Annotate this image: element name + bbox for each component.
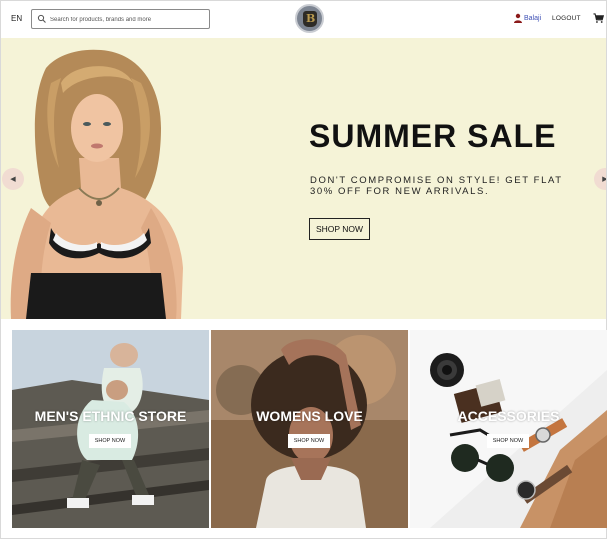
page: EN B Balaji LOGOUT bbox=[0, 0, 607, 539]
brand-logo[interactable]: B bbox=[295, 4, 324, 33]
chevron-right-icon: ▶ bbox=[602, 176, 606, 183]
category-image-mens bbox=[12, 330, 209, 528]
search-input[interactable] bbox=[50, 13, 206, 26]
search-icon bbox=[37, 14, 46, 23]
chevron-left-icon: ◀ bbox=[10, 176, 16, 183]
navbar: EN B Balaji LOGOUT bbox=[1, 1, 606, 38]
hero-slider: ◀ ▶ SUMMER SALE DON'T COMPROMISE ON STYL… bbox=[1, 38, 606, 319]
hero-model-image bbox=[10, 49, 183, 319]
person-icon bbox=[514, 13, 522, 23]
category-shop-now-button[interactable]: SHOP NOW bbox=[288, 434, 330, 448]
hero-shop-now-button[interactable]: SHOP NOW bbox=[309, 218, 370, 240]
category-card-womens-love[interactable]: WOMENS LOVE SHOP NOW bbox=[211, 330, 408, 528]
category-title: MEN'S ETHNIC STORE bbox=[34, 408, 187, 424]
hero-description: DON'T COMPROMISE ON STYLE! GET FLAT 30% … bbox=[310, 175, 563, 197]
slider-prev-button[interactable]: ◀ bbox=[2, 168, 24, 190]
category-shop-now-button[interactable]: SHOP NOW bbox=[487, 434, 529, 448]
search-bar[interactable] bbox=[31, 9, 210, 29]
logo-letter: B bbox=[306, 12, 316, 25]
slider-next-button[interactable]: ▶ bbox=[594, 168, 606, 190]
shopping-cart-icon[interactable] bbox=[593, 13, 604, 24]
category-image-accessories bbox=[410, 330, 607, 528]
logout-link[interactable]: LOGOUT bbox=[552, 15, 581, 22]
language-label[interactable]: EN bbox=[11, 14, 22, 23]
category-shop-now-button[interactable]: SHOP NOW bbox=[89, 434, 131, 448]
category-title: ACCESSORIES bbox=[457, 408, 560, 424]
category-card-mens-ethnic[interactable]: MEN'S ETHNIC STORE SHOP NOW bbox=[12, 330, 209, 528]
username-label[interactable]: Balaji bbox=[524, 15, 541, 22]
category-card-accessories[interactable]: ACCESSORIES SHOP NOW bbox=[410, 330, 607, 528]
category-title: WOMENS LOVE bbox=[256, 408, 363, 424]
category-image-womens bbox=[211, 330, 408, 528]
user-account[interactable]: Balaji bbox=[513, 12, 541, 24]
hero-title: SUMMER SALE bbox=[309, 118, 557, 154]
